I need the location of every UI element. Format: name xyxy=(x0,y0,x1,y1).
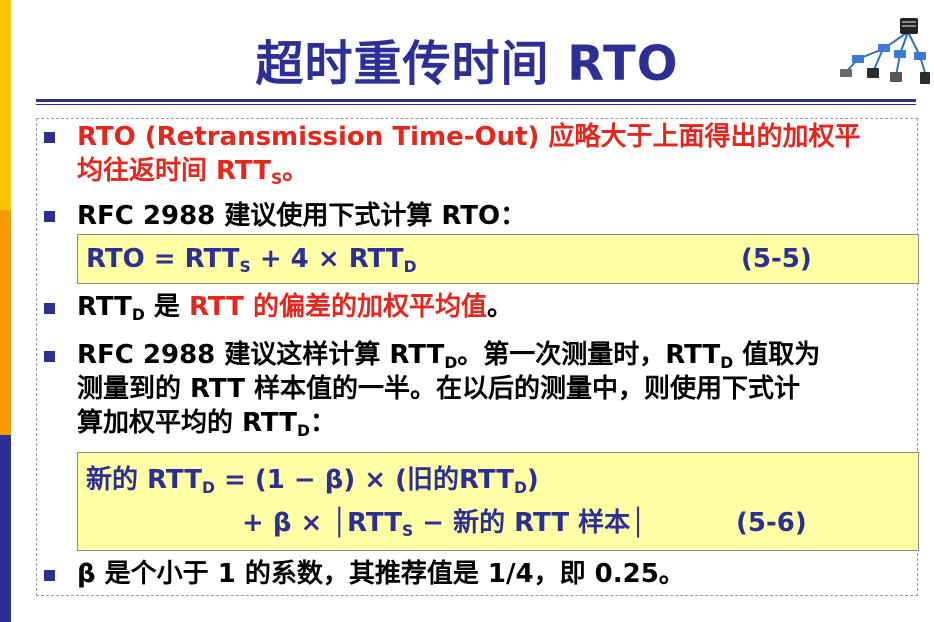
formula-term: RTT xyxy=(184,244,240,274)
bullet3-highlight: RTT 的偏差的加权平均值 xyxy=(188,292,487,322)
bullet3-end: 。 xyxy=(486,292,513,322)
formula-5-5-number: (5-5) xyxy=(741,244,812,274)
formula-term: ) xyxy=(526,465,539,495)
formula-term: + β xyxy=(242,508,292,538)
network-diagram-icon xyxy=(840,18,930,84)
bullet4-text-c: 值取为 xyxy=(733,340,821,370)
abs-bar-left: │ xyxy=(331,508,348,538)
formula-subscript: D xyxy=(513,479,527,497)
bullet5-text: β 是个小于 1 的系数，其推荐值是 1/4，即 0.25。 xyxy=(77,559,685,589)
title-underline-thin xyxy=(36,104,916,105)
bullet4-line3: 算加权平均的 RTTD： xyxy=(77,406,336,440)
bullet-marker xyxy=(44,303,55,314)
bullet-marker xyxy=(44,132,55,143)
bullet1-line2: 均往返时间 RTTS。 xyxy=(77,154,308,188)
formula-term: 新的 RTT xyxy=(86,465,202,495)
bullet4-line2: 测量到的 RTT 样本值的一半。在以后的测量中，则使用下式计 xyxy=(77,374,801,404)
bullet1-line1: RTO (Retransmission Time-Out) 应略大于上面得出的加… xyxy=(77,122,861,152)
formula-5-6-number: (5-6) xyxy=(736,508,807,538)
formula-5-6-line2: + β × │RTTS − 新的 RTT 样本│ xyxy=(242,506,646,540)
formula-term: 新的 RTT 样本 xyxy=(453,508,631,538)
bullet4-line1: RFC 2988 建议这样计算 RTTD。第一次测量时，RTTD 值取为 xyxy=(77,338,820,372)
formula-subscript: D xyxy=(201,479,215,497)
formula-term: RTT xyxy=(348,244,404,274)
title-underline-thick xyxy=(36,99,916,102)
formula-5-5-expression: RTO = RTTS + 4 × RTTD xyxy=(86,242,417,276)
formula-5-6-box: 新的 RTTD = (1 − β) × (旧的RTTD) + β × │RTTS… xyxy=(77,452,919,551)
bullet4-text-a: RFC 2988 建议这样计算 RTT xyxy=(77,340,445,370)
formula-subscript: S xyxy=(401,522,414,540)
formula-term: = (1 xyxy=(214,465,285,495)
bullet3-subscript: D xyxy=(131,306,145,324)
bullet-marker xyxy=(44,351,55,362)
bullet4-text-b: 。第一次测量时，RTT xyxy=(457,340,721,370)
formula-operator: − xyxy=(422,508,445,538)
formula-operator: = xyxy=(153,244,176,274)
bullet1-line2-end: 。 xyxy=(282,156,309,186)
bullet4-text-line3: 算加权平均的 RTT xyxy=(77,408,297,438)
bullet3-text: RTTD 是 RTT 的偏差的加权平均值。 xyxy=(77,290,513,324)
bullet3-mid: 是 xyxy=(144,292,189,322)
formula-term: (旧的RTT xyxy=(395,465,514,495)
abs-bar-right: │ xyxy=(630,508,646,538)
bullet4-subscript: D xyxy=(296,422,310,440)
bullet2-text: RFC 2988 建议使用下式计算 RTO： xyxy=(77,201,527,231)
formula-5-6-line1: 新的 RTTD = (1 − β) × (旧的RTTD) xyxy=(86,463,539,497)
bullet1-subscript: S xyxy=(270,170,283,188)
formula-operator: × xyxy=(300,508,323,538)
bullet3-term: RTT xyxy=(77,292,132,322)
bullet4-subscript: D xyxy=(444,354,458,372)
formula-subscript: D xyxy=(403,258,417,276)
slide-title: 超时重传时间 RTO xyxy=(255,36,679,92)
formula-operator: − xyxy=(293,465,316,495)
formula-subscript: S xyxy=(239,258,251,276)
formula-term: RTO xyxy=(86,244,145,274)
bullet4-subscript: D xyxy=(720,354,734,372)
formula-term: RTT xyxy=(347,508,402,538)
bullet-marker xyxy=(44,570,55,581)
accent-segment-orange xyxy=(0,210,11,435)
bullet1-line2-text: 均往返时间 RTT xyxy=(77,156,271,186)
formula-term: β) xyxy=(324,465,356,495)
bullet-marker xyxy=(44,211,55,222)
accent-segment-navy xyxy=(0,435,11,622)
formula-5-5-box: RTO = RTTS + 4 × RTTD (5-5) xyxy=(77,234,919,284)
bullet4-text-line3-end: ： xyxy=(309,408,336,438)
formula-operator: × xyxy=(364,465,387,495)
formula-operator: × xyxy=(317,244,340,274)
formula-term: + 4 xyxy=(259,244,309,274)
